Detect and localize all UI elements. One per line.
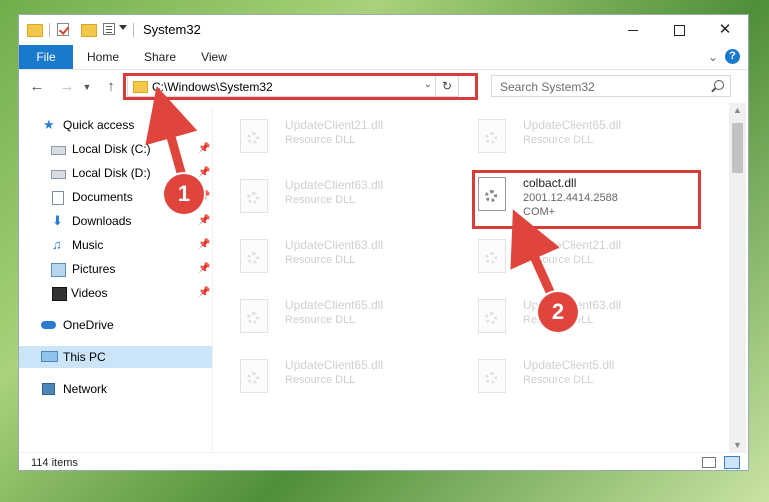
annotation-arrows (145, 86, 560, 299)
step2-badge: 2 (538, 292, 578, 332)
step1-arrow (145, 86, 198, 181)
step1-badge: 1 (164, 174, 204, 214)
step2-arrow (510, 209, 560, 299)
